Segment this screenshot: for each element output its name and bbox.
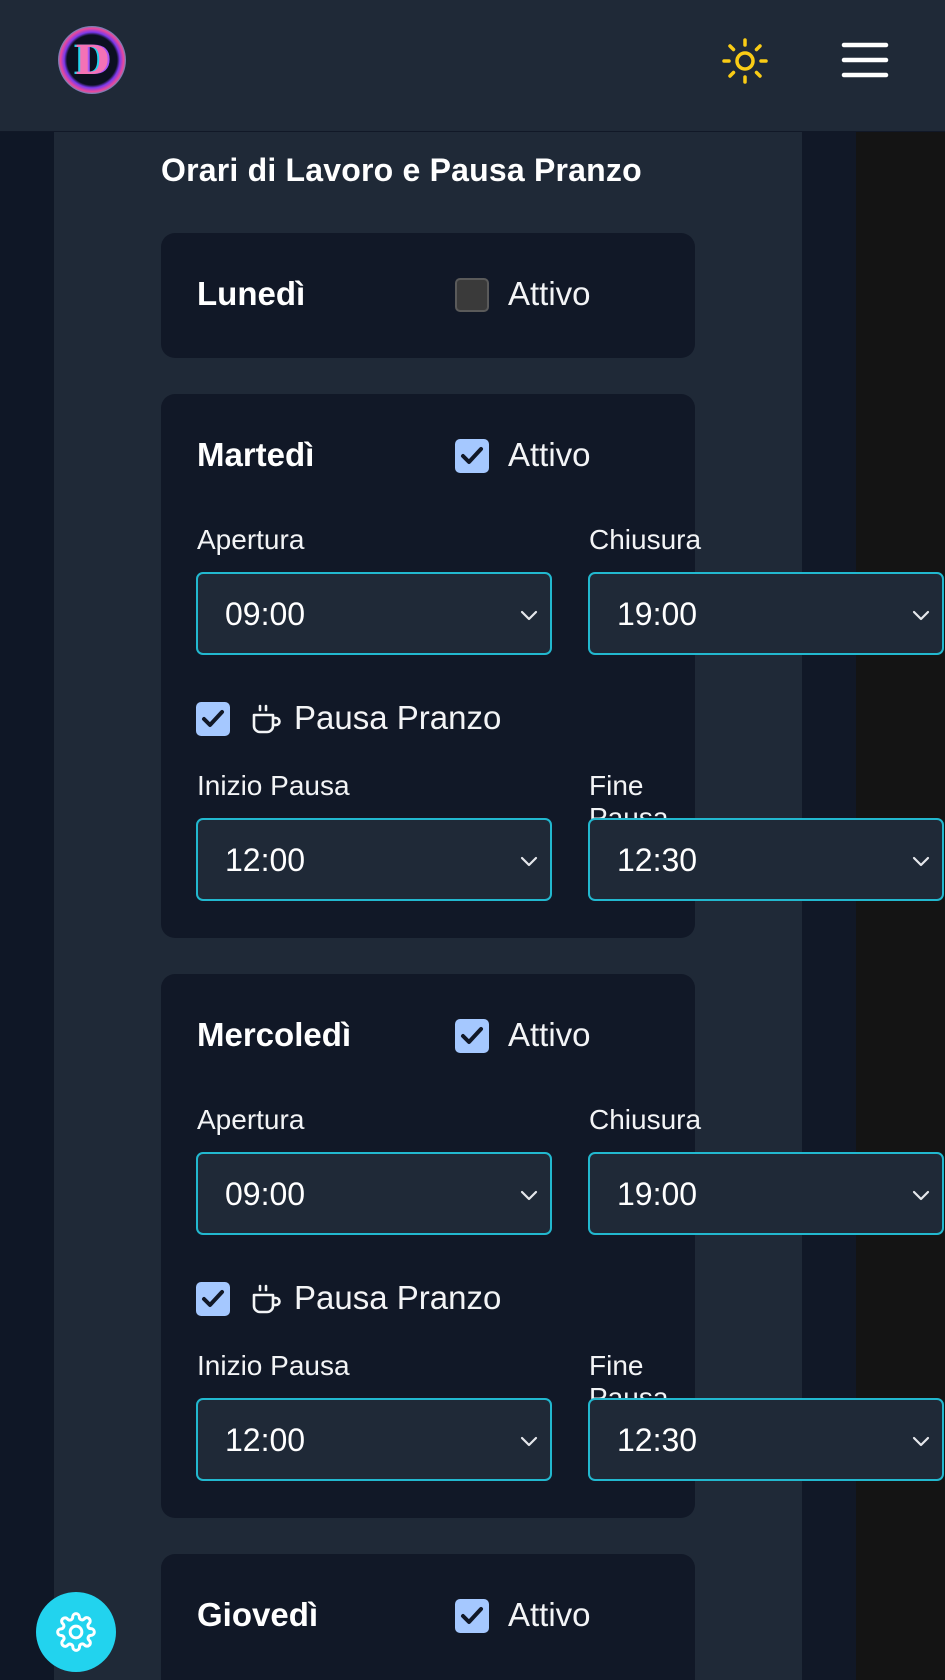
check-icon xyxy=(202,710,224,727)
theme-toggle-button[interactable] xyxy=(720,36,770,86)
break-start-value: 12:00 xyxy=(225,1422,306,1458)
chevron-down-icon xyxy=(912,856,930,867)
break-start-select[interactable]: 12:00 xyxy=(196,818,552,901)
break-end-value: 12:30 xyxy=(617,842,698,878)
settings-fab-button[interactable] xyxy=(36,1592,116,1672)
active-label: Attivo xyxy=(508,1596,591,1633)
logo-letter: D xyxy=(74,36,110,84)
chevron-down-icon xyxy=(912,610,930,621)
break-end-select[interactable]: 12:30 xyxy=(588,818,944,901)
lunch-break-checkbox[interactable] xyxy=(196,1282,230,1316)
active-checkbox[interactable] xyxy=(455,1599,489,1633)
section-title: Orari di Lavoro e Pausa Pranzo xyxy=(161,152,642,188)
active-label: Attivo xyxy=(508,1016,591,1053)
lunch-break-label: Pausa Pranzo xyxy=(294,1279,502,1316)
coffee-cup-icon xyxy=(252,704,281,734)
break-start-label: Inizio Pausa xyxy=(197,770,350,801)
app-logo[interactable]: D xyxy=(58,26,126,94)
gear-icon xyxy=(56,1612,96,1652)
check-icon xyxy=(461,1027,483,1044)
sun-icon xyxy=(722,38,768,84)
chevron-down-icon xyxy=(520,856,538,867)
opening-select[interactable]: 09:00 xyxy=(196,572,552,655)
break-start-label: Inizio Pausa xyxy=(197,1350,350,1381)
chevron-down-icon xyxy=(520,610,538,621)
day-card-lunedi: Lunedì Attivo xyxy=(161,233,695,358)
background-left xyxy=(0,0,54,1680)
closing-label: Chiusura xyxy=(589,524,702,555)
active-label: Attivo xyxy=(508,436,591,473)
day-name: Lunedì xyxy=(197,275,306,312)
day-name: Martedì xyxy=(197,436,315,473)
chevron-down-icon xyxy=(912,1436,930,1447)
closing-select[interactable]: 19:00 xyxy=(588,1152,944,1235)
page: D Orari di Lavoro e Pausa Pranzo Lunedì … xyxy=(0,0,945,1680)
active-checkbox[interactable] xyxy=(455,278,489,312)
hamburger-menu-icon xyxy=(841,42,889,78)
opening-value: 09:00 xyxy=(225,1176,306,1212)
closing-value: 19:00 xyxy=(617,1176,698,1212)
day-card-martedi: Martedì Attivo Apertura Chiusura 09:00 1… xyxy=(161,394,944,938)
closing-select[interactable]: 19:00 xyxy=(588,572,944,655)
menu-button[interactable] xyxy=(838,36,892,86)
day-card-giovedi: Giovedì Attivo xyxy=(161,1554,695,1680)
break-start-select[interactable]: 12:00 xyxy=(196,1398,552,1481)
closing-label: Chiusura xyxy=(589,1104,702,1135)
closing-value: 19:00 xyxy=(617,596,698,632)
break-end-select[interactable]: 12:30 xyxy=(588,1398,944,1481)
check-icon xyxy=(461,1607,483,1624)
opening-value: 09:00 xyxy=(225,596,306,632)
day-name: Mercoledì xyxy=(197,1016,352,1053)
active-checkbox[interactable] xyxy=(455,1019,489,1053)
opening-label: Apertura xyxy=(197,1104,305,1135)
opening-select[interactable]: 09:00 xyxy=(196,1152,552,1235)
opening-label: Apertura xyxy=(197,524,305,555)
day-card-mercoledi: Mercoledì Attivo Apertura Chiusura 09:00… xyxy=(161,974,944,1518)
active-checkbox[interactable] xyxy=(455,439,489,473)
lunch-break-label: Pausa Pranzo xyxy=(294,699,502,736)
check-icon xyxy=(202,1290,224,1307)
top-bar: D xyxy=(0,0,945,132)
chevron-down-icon xyxy=(912,1190,930,1201)
lunch-break-checkbox[interactable] xyxy=(196,702,230,736)
active-label: Attivo xyxy=(508,275,591,312)
check-icon xyxy=(461,447,483,464)
break-start-value: 12:00 xyxy=(225,842,306,878)
day-name: Giovedì xyxy=(197,1596,319,1633)
coffee-cup-icon xyxy=(252,1284,281,1314)
break-end-value: 12:30 xyxy=(617,1422,698,1458)
chevron-down-icon xyxy=(520,1436,538,1447)
chevron-down-icon xyxy=(520,1190,538,1201)
